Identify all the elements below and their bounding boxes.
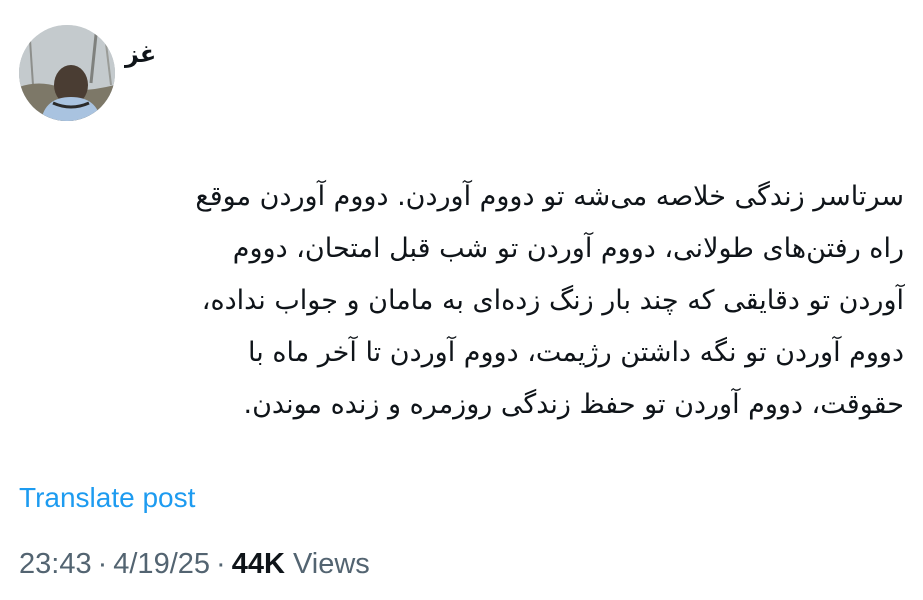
views-label: Views bbox=[292, 548, 370, 580]
post-detail: غز سرتاسر زندگی خلاصه می‌شه تو دووم آورد… bbox=[0, 0, 923, 600]
post-text-line: حقوقت، دووم آوردن تو حفظ زندگی روزمره و … bbox=[243, 389, 905, 420]
separator-dot: · bbox=[97, 548, 108, 580]
avatar[interactable] bbox=[19, 25, 115, 121]
post-date[interactable]: 4/19/25 bbox=[113, 548, 210, 580]
post-metadata: 23:43 · 4/19/25 · 44K Views bbox=[19, 545, 370, 583]
post-text-line: سرتاسر زندگی خلاصه می‌شه تو دووم آوردن. … bbox=[195, 181, 904, 212]
post-text: سرتاسر زندگی خلاصه می‌شه تو دووم آوردن. … bbox=[14, 171, 904, 431]
post-text-line: دووم آوردن تو نگه داشتن رژیمت، دووم آورد… bbox=[248, 337, 904, 368]
separator-dot: · bbox=[216, 548, 226, 580]
post-time[interactable]: 23:43 bbox=[19, 548, 92, 580]
profile-photo-icon bbox=[19, 25, 115, 121]
translate-post-link[interactable]: Translate post bbox=[19, 480, 195, 516]
post-text-line: راه رفتن‌های طولانی، دووم آوردن تو شب قب… bbox=[232, 233, 904, 264]
post-text-line: آوردن تو دقایقی که چند بار زنگ زده‌ای به… bbox=[201, 285, 904, 316]
author-name[interactable]: غز bbox=[125, 38, 156, 70]
views-count[interactable]: 44K bbox=[232, 548, 285, 580]
